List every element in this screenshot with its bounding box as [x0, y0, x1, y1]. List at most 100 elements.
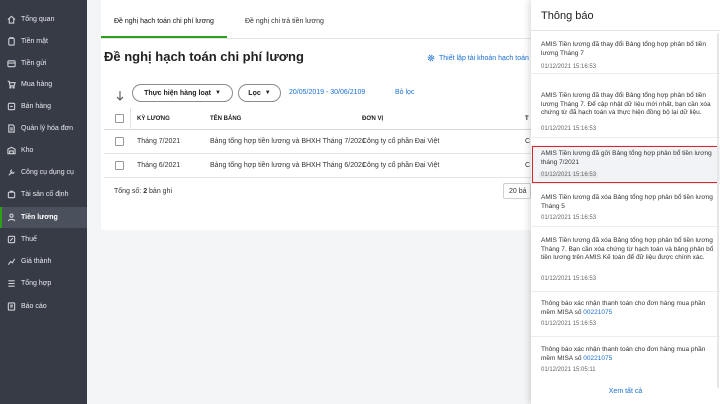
notification-title: Thông báo — [541, 10, 594, 22]
notification-panel: Thông báo AMIS Tiền lương đã thay đổi Bả… — [531, 0, 720, 404]
sidebar-item-tools[interactable]: Công cụ dụng cụ — [0, 162, 87, 183]
sidebar-item-fixed-assets[interactable]: Tài sản cố định — [0, 184, 87, 205]
arrow-down-icon[interactable] — [115, 90, 125, 102]
row-checkbox[interactable] — [115, 161, 124, 170]
caret-down-icon: ▼ — [264, 90, 271, 96]
sidebar-item-label: Tài sản cố định — [21, 191, 69, 198]
order-number-link[interactable]: 00221075 — [583, 355, 612, 362]
sidebar-item-summary[interactable]: Tổng hợp — [0, 273, 87, 294]
sidebar: Tổng quan Tiền mặt Tiền gửi Mua hàng Bán… — [0, 0, 87, 404]
filter-label: Lọc — [248, 89, 261, 97]
sidebar-item-cash[interactable]: Tiền mặt — [0, 31, 87, 52]
filter-button[interactable]: Lọc ▼ — [238, 84, 281, 102]
report-icon — [7, 302, 16, 311]
table-row[interactable]: Tháng 7/2021 Bảng tổng hợp tiền lương và… — [104, 130, 531, 154]
page-title: Đề nghị hạch toán chi phí lương — [104, 49, 304, 64]
column-header-name[interactable]: TÊN BẢNG — [210, 116, 241, 122]
caret-down-icon: ▼ — [214, 90, 221, 96]
sidebar-item-label: Tiền lương — [21, 214, 58, 221]
see-all-link[interactable]: Xem tất cả — [531, 388, 720, 395]
cell-period: Tháng 7/2021 — [137, 138, 181, 145]
account-setting-label: Thiết lập tài khoản hạch toán — [439, 54, 529, 62]
cell-name: Bảng tổng hợp tiền lương và BHXH Tháng 7… — [210, 138, 366, 145]
cell-unit: Công ty cổ phần Đại Việt — [362, 162, 440, 169]
sidebar-item-overview[interactable]: Tổng quan — [0, 9, 87, 30]
batch-action-button[interactable]: Thực hiện hàng loạt ▼ — [132, 84, 233, 102]
select-all-checkbox[interactable] — [115, 114, 124, 123]
page-size-select[interactable]: 20 bả — [503, 183, 531, 199]
table-header: KỲ LƯƠNG TÊN BẢNG ĐƠN VỊ T — [104, 108, 531, 130]
sidebar-item-sales[interactable]: Bán hàng — [0, 96, 87, 117]
sidebar-item-label: Bán hàng — [21, 103, 51, 110]
notification-text: AMIS Tiền lương đã thay đổi Bảng tổng hợ… — [541, 41, 707, 57]
sidebar-item-purchase[interactable]: Mua hàng — [0, 74, 87, 95]
sidebar-item-label: Công cụ dụng cụ — [21, 169, 74, 176]
sidebar-item-label: Báo cáo — [21, 303, 47, 310]
sidebar-item-label: Tiền mặt — [21, 38, 48, 45]
clear-filter-link[interactable]: Bỏ lọc — [395, 89, 414, 96]
warehouse-icon — [7, 146, 16, 155]
summary-icon — [7, 279, 16, 288]
sidebar-item-warehouse[interactable]: Kho — [0, 140, 87, 161]
total-records: Tổng số: 2 bản ghi — [114, 188, 173, 195]
column-header-more[interactable]: T — [525, 116, 529, 122]
sidebar-item-tax[interactable]: Thuế — [0, 229, 87, 250]
notification-item[interactable]: Thông báo xác nhận thanh toán cho đơn hà… — [531, 297, 720, 337]
notification-item[interactable]: AMIS Tiền lương đã xóa Bảng tổng hợp phâ… — [531, 234, 720, 292]
cash-icon — [7, 37, 16, 46]
row-checkbox[interactable] — [115, 137, 124, 146]
sidebar-item-label: Tổng hợp — [21, 280, 52, 287]
table-row[interactable]: Tháng 6/2021 Bảng tổng hợp tiền lương và… — [104, 154, 531, 178]
sidebar-item-cost[interactable]: Giá thành — [0, 251, 87, 272]
account-setting-link[interactable]: Thiết lập tài khoản hạch toán — [427, 54, 529, 62]
notification-scrollbar[interactable] — [717, 33, 719, 388]
tab-divider — [101, 38, 531, 39]
sidebar-item-invoice[interactable]: Quản lý hóa đơn — [0, 118, 87, 139]
notification-item[interactable]: AMIS Tiền lương đã thay đổi Bảng tổng hợ… — [531, 88, 720, 138]
sidebar-item-label: Tiền gửi — [21, 60, 47, 67]
notification-time: 01/12/2021 15:16:53 — [541, 126, 597, 132]
sidebar-item-salary[interactable]: Tiền lương — [0, 207, 87, 228]
home-icon — [7, 15, 16, 24]
notification-text: Thông báo xác nhận thanh toán cho đơn hà… — [541, 346, 706, 362]
notification-text: AMIS Tiền lương đã xóa Bảng tổng hợp phâ… — [541, 237, 714, 261]
notification-text: AMIS Tiền lương đã thay đổi Bảng tổng hợ… — [541, 92, 711, 116]
notification-text: Thông báo xác nhận thanh toán cho đơn hà… — [541, 300, 706, 316]
asset-icon — [7, 190, 16, 199]
notification-text: AMIS Tiền lương đã xóa Bảng tổng hợp phâ… — [541, 194, 713, 210]
notification-time: 01/12/2021 15:16:53 — [541, 321, 597, 327]
cell-period: Tháng 6/2021 — [137, 162, 181, 169]
sidebar-item-label: Tổng quan — [21, 16, 55, 23]
cell-unit: Công ty cổ phần Đại Việt — [362, 138, 440, 145]
notification-text: AMIS Tiền lương đã gửi Bảng tổng hợp phâ… — [541, 150, 712, 166]
sidebar-item-deposit[interactable]: Tiền gửi — [0, 53, 87, 74]
notification-item[interactable]: AMIS Tiền lương đã xóa Bảng tổng hợp phâ… — [531, 191, 720, 227]
tools-icon — [7, 168, 16, 177]
sidebar-item-label: Quản lý hóa đơn — [21, 125, 74, 132]
column-header-unit[interactable]: ĐƠN VỊ — [362, 116, 383, 122]
notification-item-highlighted[interactable]: AMIS Tiền lương đã gửi Bảng tổng hợp phâ… — [531, 145, 720, 184]
sidebar-item-report[interactable]: Báo cáo — [0, 296, 87, 317]
tab-payment-proposal[interactable]: Đề nghị chi trả tiền lương — [245, 18, 324, 25]
sale-icon — [7, 102, 16, 111]
invoice-icon — [7, 124, 16, 133]
cart-icon — [7, 80, 16, 89]
bank-icon — [7, 59, 16, 68]
tax-icon — [7, 235, 16, 244]
order-number-link[interactable]: 00221075 — [583, 309, 612, 316]
notification-item[interactable]: Thông báo xác nhận thanh toán cho đơn hà… — [531, 343, 720, 379]
notification-time: 01/12/2021 15:16:53 — [541, 215, 597, 221]
tab-expense-proposal[interactable]: Đề nghị hạch toán chi phí lương — [114, 18, 214, 25]
cell-extra: C — [525, 138, 531, 145]
notification-time: 01/12/2021 15:05:11 — [541, 367, 596, 373]
sidebar-item-label: Giá thành — [21, 258, 52, 265]
notification-time: 01/12/2021 15:16:53 — [541, 276, 597, 282]
column-header-period[interactable]: KỲ LƯƠNG — [137, 116, 170, 122]
gear-icon — [427, 54, 435, 62]
date-range-link[interactable]: 20/05/2019 - 30/06/2109 — [289, 89, 365, 96]
salary-icon — [7, 213, 16, 222]
sidebar-item-label: Thuế — [21, 236, 37, 243]
notification-item[interactable]: AMIS Tiền lương đã thay đổi Bảng tổng hợ… — [531, 38, 720, 74]
cell-name: Bảng tổng hợp tiền lương và BHXH Tháng 6… — [210, 162, 366, 169]
notification-time: 01/12/2021 15:16:53 — [541, 64, 597, 70]
